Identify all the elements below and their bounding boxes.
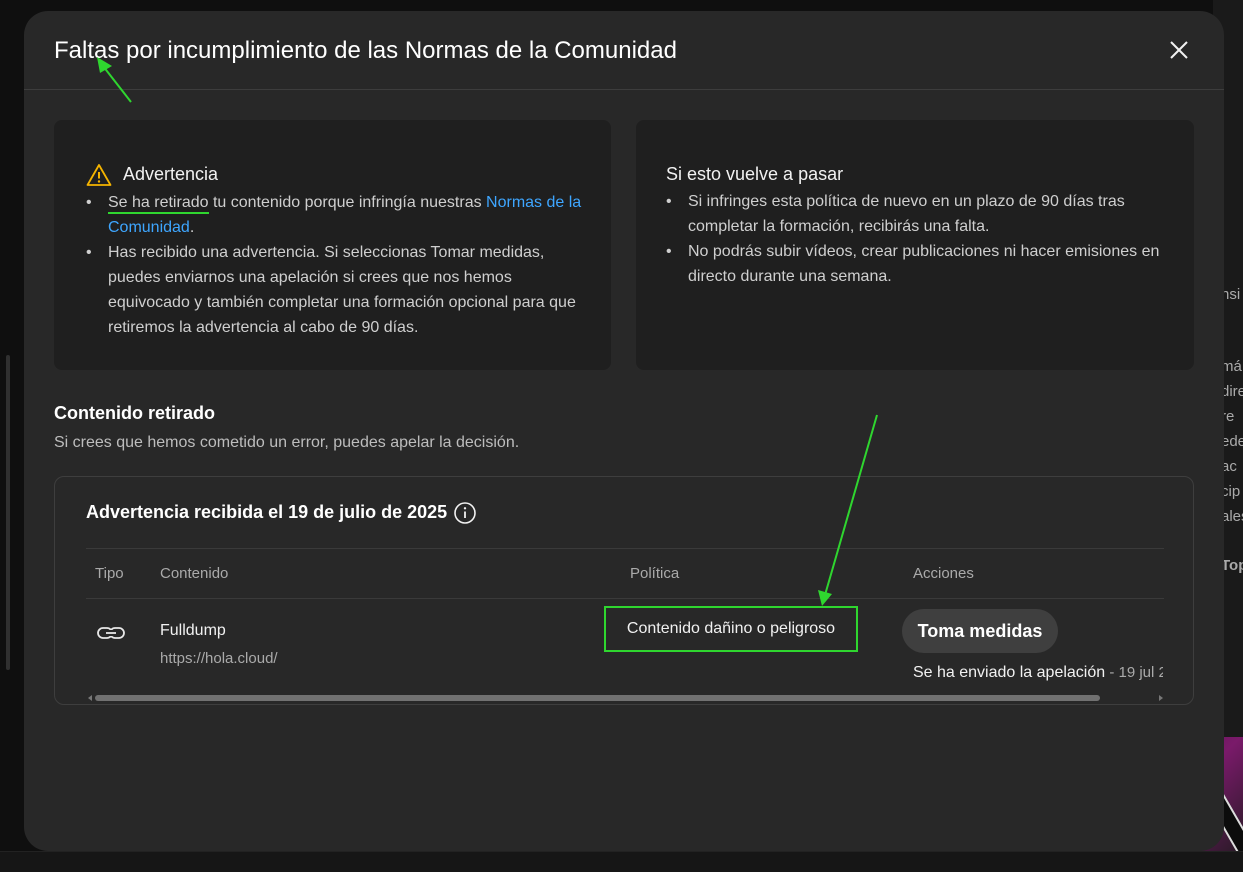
header-divider <box>24 89 1224 90</box>
close-button[interactable] <box>1164 35 1194 65</box>
appeal-status: Se ha enviado la apelación - 19 jul 2 <box>913 664 1163 682</box>
background-text-peek: re <box>1221 408 1235 425</box>
removed-highlight: Se ha retirado <box>108 194 209 214</box>
removed-content-subtitle: Si crees que hemos cometido un error, pu… <box>54 434 520 451</box>
scroll-left-arrow[interactable] <box>88 695 92 701</box>
column-header-actions: Acciones <box>913 565 974 582</box>
background-scrollbar <box>6 355 10 670</box>
scroll-right-arrow[interactable] <box>1159 695 1163 701</box>
content-title[interactable]: Fulldump <box>160 622 226 640</box>
bullet-end: . <box>189 219 195 236</box>
list-item: No podrás subir vídeos, crear publicacio… <box>666 239 1166 289</box>
list-item: Has recibido una advertencia. Si selecci… <box>86 240 586 340</box>
policy-label: Contenido dañino o peligroso <box>604 606 858 652</box>
next-time-heading: Si esto vuelve a pasar <box>666 164 844 184</box>
removed-content-title: Contenido retirado <box>54 403 215 423</box>
background-text-peek: dire <box>1221 383 1243 400</box>
content-url: https://hola.cloud/ <box>160 650 278 667</box>
list-item: Se ha retirado tu contenido porque infri… <box>86 190 586 240</box>
close-icon <box>1170 41 1188 59</box>
strike-title: Advertencia recibida el 19 de julio de 2… <box>86 502 448 522</box>
link-icon <box>97 627 125 639</box>
horizontal-scrollbar[interactable] <box>95 695 1100 701</box>
list-item: Si infringes esta política de nuevo en u… <box>666 189 1166 239</box>
background-text-peek: ede <box>1221 433 1243 450</box>
strikes-dialog: Faltas por incumplimiento de las Normas … <box>24 11 1224 851</box>
background-text-peek: Top <box>1221 557 1243 574</box>
warning-card: Advertencia Se ha retirado tu contenido … <box>54 120 611 370</box>
table-divider <box>86 598 1164 599</box>
dialog-title: Faltas por incumplimiento de las Normas … <box>54 37 677 64</box>
column-header-content: Contenido <box>160 565 229 582</box>
strike-panel: Advertencia recibida el 19 de julio de 2… <box>54 476 1194 705</box>
background-text-peek: ac <box>1221 458 1237 475</box>
info-icon[interactable] <box>453 501 477 525</box>
table-divider <box>86 548 1164 549</box>
bullet-text: tu contenido porque infringía nuestras <box>208 194 487 211</box>
column-header-type: Tipo <box>95 565 124 582</box>
warning-heading: Advertencia <box>123 164 219 184</box>
background-footer <box>0 851 1243 872</box>
appeal-text: Se ha enviado la apelación <box>913 664 1106 681</box>
next-time-card: Si esto vuelve a pasar Si infringes esta… <box>636 120 1194 370</box>
warning-triangle-icon <box>86 164 112 186</box>
warning-bullets: Se ha retirado tu contenido porque infri… <box>86 190 586 340</box>
background-text-peek: nsi <box>1221 286 1241 303</box>
appeal-date: - 19 jul 2 <box>1105 664 1163 681</box>
background-text-peek: má <box>1221 358 1242 375</box>
take-action-button[interactable]: Toma medidas <box>902 609 1058 653</box>
next-time-bullets: Si infringes esta política de nuevo en u… <box>666 189 1166 289</box>
background-text-peek: cip <box>1221 483 1241 500</box>
background-text-peek: ales <box>1221 508 1243 525</box>
column-header-policy: Política <box>630 565 680 582</box>
